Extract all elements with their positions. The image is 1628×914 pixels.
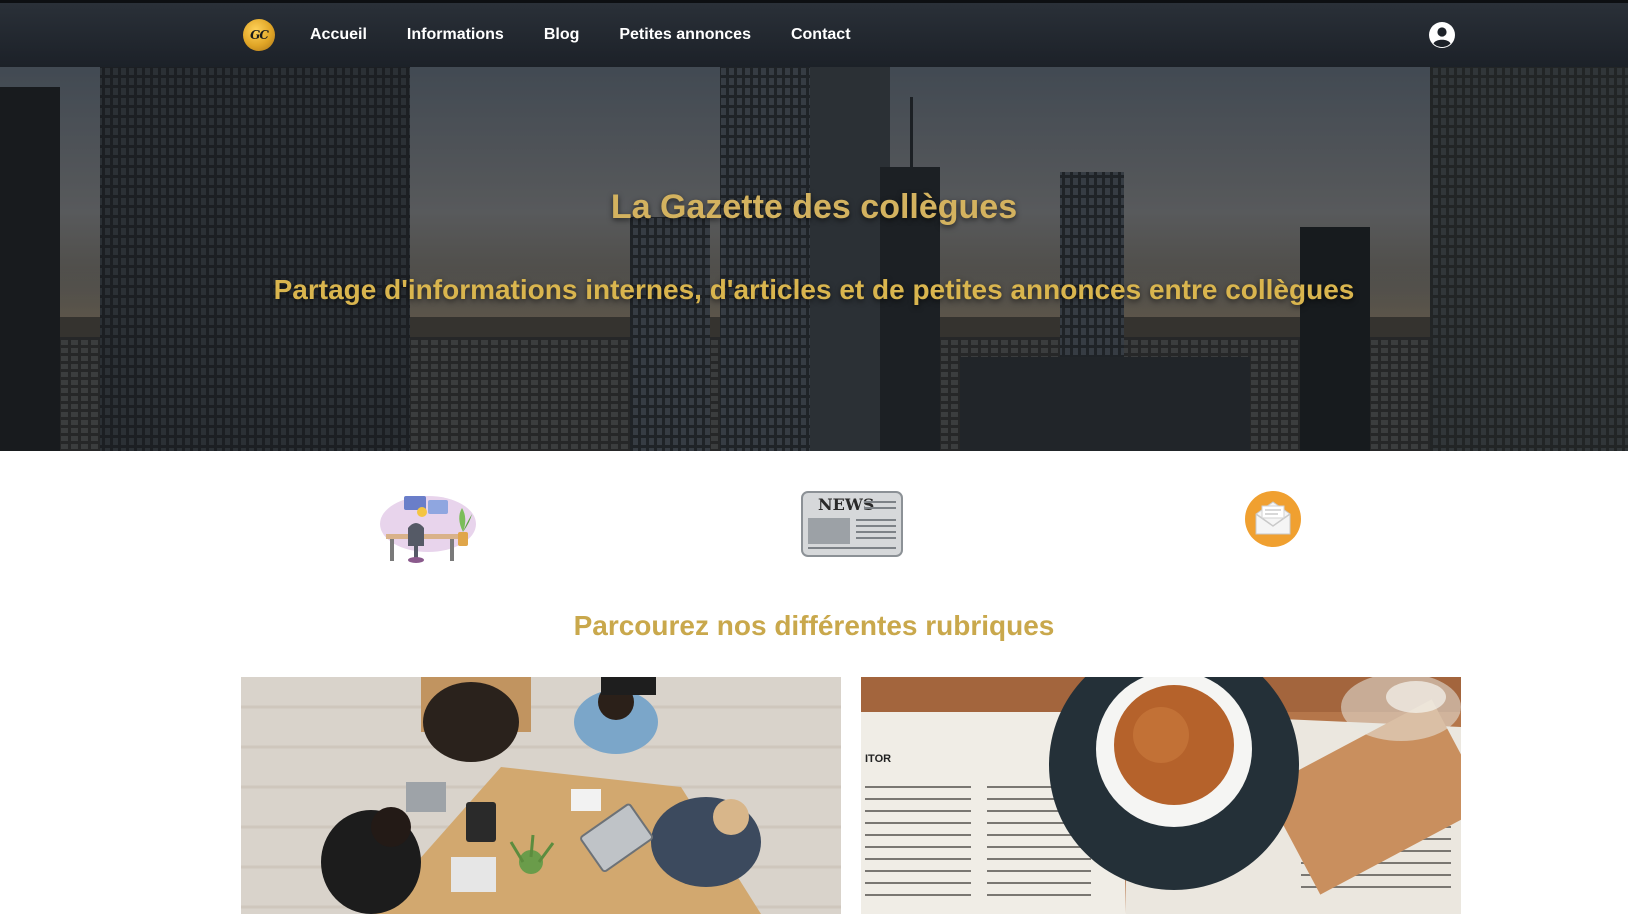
navbar: GC Accueil Informations Blog Petites ann… (0, 3, 1628, 67)
newspaper-icon: NEWS (801, 491, 903, 557)
hero-subtitle: Partage d'informations internes, d'artic… (273, 274, 1355, 305)
coffee-newspaper-photo: ITOR (861, 677, 1461, 914)
nav-links: Accueil Informations Blog Petites annonc… (310, 3, 891, 67)
hero-overlay (0, 67, 1628, 451)
nav-link-contact[interactable]: Contact (791, 26, 851, 44)
nav-link-accueil[interactable]: Accueil (310, 26, 367, 44)
svg-text:NEWS: NEWS (818, 495, 874, 514)
office-desk-icon (380, 496, 476, 563)
rubrique-card-coffee-newspaper[interactable]: ITOR (861, 677, 1461, 914)
envelope-icon (1245, 491, 1301, 547)
nav-link-informations[interactable]: Informations (407, 26, 504, 44)
rubriques-title: Parcourez nos différentes rubriques (573, 610, 1055, 641)
team-meeting-photo (241, 677, 841, 914)
nav-link-petites-annonces[interactable]: Petites annonces (619, 26, 751, 44)
user-account-icon[interactable] (1428, 21, 1456, 49)
nav-link-blog[interactable]: Blog (544, 26, 580, 44)
rubrique-card-team-meeting[interactable] (241, 677, 841, 914)
site-logo[interactable]: GC (243, 19, 275, 51)
hero-title: La Gazette des collègues (610, 188, 1018, 226)
hero-banner: La Gazette des collègues Partage d'infor… (0, 67, 1628, 451)
svg-text:ITOR: ITOR (865, 753, 891, 765)
